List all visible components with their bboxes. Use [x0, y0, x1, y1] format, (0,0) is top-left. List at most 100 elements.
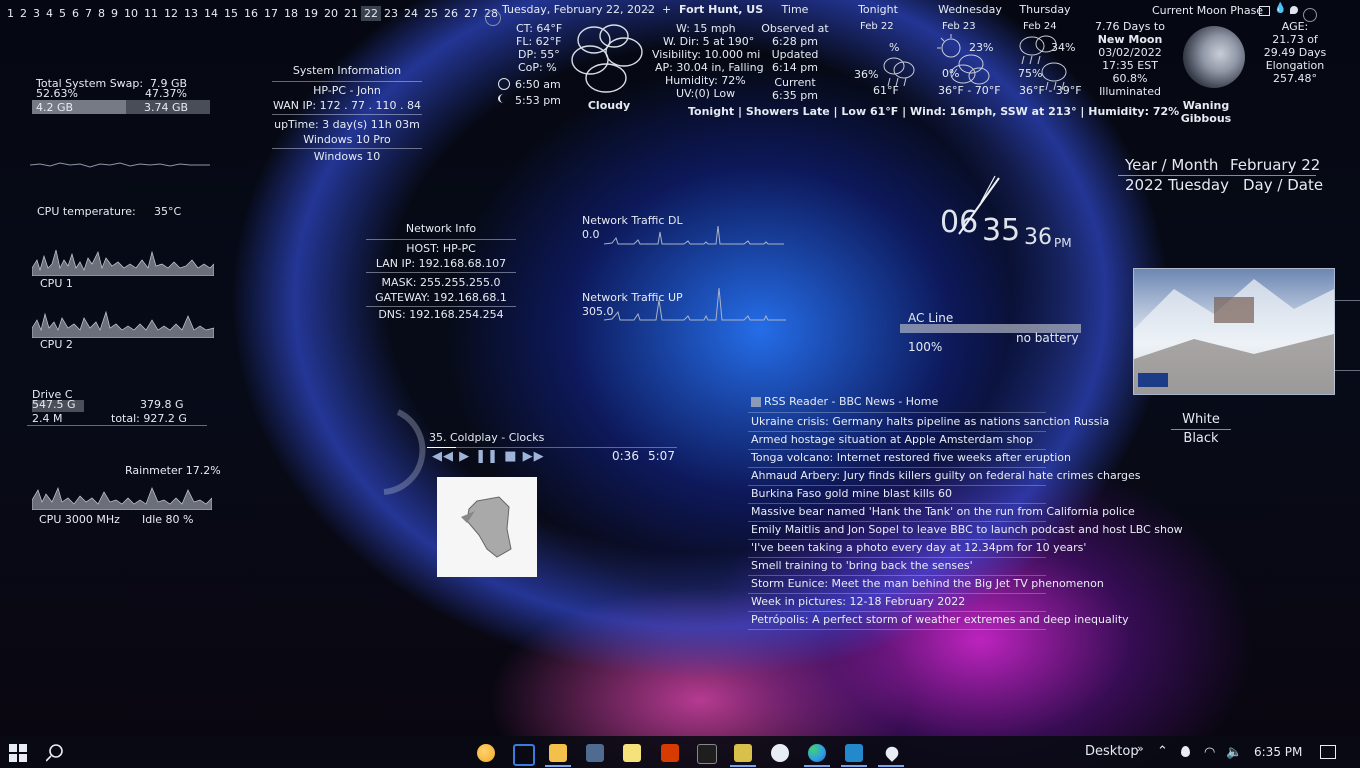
notepad-icon[interactable]	[623, 744, 641, 762]
calendar-icon[interactable]	[513, 744, 535, 766]
weather-app-icon[interactable]	[477, 744, 495, 762]
media-volume-arc[interactable]	[378, 408, 430, 502]
calendar-day[interactable]: 3	[30, 6, 43, 21]
calendar-day[interactable]: 1	[4, 6, 17, 21]
previous-track-icon[interactable]: ◀◀	[432, 449, 454, 464]
weather-observed-label: Observed at	[761, 22, 829, 35]
start-windows-icon[interactable]	[9, 744, 27, 766]
theme-black-option[interactable]: Black	[1170, 431, 1232, 446]
forecast-0-pct2: 36%	[854, 68, 879, 81]
desktop-toolbar[interactable]: Desktop	[1085, 744, 1139, 759]
weather-refresh-icon[interactable]	[485, 10, 501, 26]
forecast-2-temp: 36°F - 39°F	[1019, 84, 1082, 97]
weather-minus-button[interactable]: -	[646, 3, 650, 16]
calendar-day[interactable]: 27	[461, 6, 481, 21]
photo-frame[interactable]	[1133, 268, 1335, 395]
rss-headline-link[interactable]: Armed hostage situation at Apple Amsterd…	[751, 433, 1033, 446]
terminal-icon[interactable]	[697, 744, 717, 764]
media-progress-track[interactable]	[427, 447, 677, 448]
moon-age: 21.73 of	[1272, 33, 1318, 46]
calendar-day[interactable]: 9	[108, 6, 121, 21]
rss-divider	[748, 449, 1046, 450]
calendar-day[interactable]: 19	[301, 6, 321, 21]
calendar-day[interactable]: 15	[221, 6, 241, 21]
drive-used: 547.5 G	[32, 398, 76, 411]
moon-illumination: 60.8%	[1112, 72, 1148, 85]
calendar-day[interactable]: 2	[17, 6, 30, 21]
drop-icon[interactable]: 💧	[1274, 3, 1286, 14]
theme-white-option[interactable]: White	[1170, 412, 1232, 427]
calendar-day[interactable]: 6	[69, 6, 82, 21]
calendar-day[interactable]: 23	[381, 6, 401, 21]
calendar-day[interactable]: 7	[82, 6, 95, 21]
weather-condition: Cloudy	[587, 99, 631, 112]
play-icon[interactable]: ▶	[459, 449, 470, 464]
stop-icon[interactable]: ■	[504, 449, 517, 464]
calendar-day[interactable]: 18	[281, 6, 301, 21]
search-icon[interactable]	[45, 744, 64, 766]
office-icon[interactable]	[661, 744, 679, 762]
rss-headline-link[interactable]: Petrópolis: A perfect storm of weather e…	[751, 613, 1129, 626]
weather-current-time: 6:35 pm	[772, 89, 818, 102]
calendar-day[interactable]: 26	[441, 6, 461, 21]
github-icon[interactable]	[771, 744, 789, 762]
moon-next-date: 03/02/2022	[1098, 46, 1162, 59]
calendar-day[interactable]: 10	[121, 6, 141, 21]
vscode-icon[interactable]	[845, 744, 863, 762]
desktop-toolbar-chevron[interactable]: »	[1137, 742, 1144, 755]
edge-browser-icon[interactable]	[808, 744, 826, 762]
next-track-icon[interactable]: ▶▶	[523, 449, 545, 464]
forecast-2-pct2: 75%	[1018, 67, 1043, 80]
calendar-day[interactable]: 20	[321, 6, 341, 21]
rss-headline-link[interactable]: Tonga volcano: Internet restored five we…	[751, 451, 1071, 464]
media-track-title: 35. Coldplay - Clocks	[429, 431, 545, 444]
tool-icon[interactable]	[734, 744, 752, 762]
edge-indicator	[804, 765, 830, 767]
calendar-day[interactable]: 13	[181, 6, 201, 21]
rss-divider	[748, 557, 1046, 558]
calendar-day[interactable]: 5	[56, 6, 69, 21]
calculator-icon[interactable]	[586, 744, 604, 762]
rss-headline-link[interactable]: 'I've been taking a photo every day at 1…	[751, 541, 1086, 554]
calendar-day[interactable]: 11	[141, 6, 161, 21]
calendar-day[interactable]: 24	[401, 6, 421, 21]
calendar-day[interactable]: 22	[361, 6, 381, 21]
cpu2-graph	[32, 300, 214, 338]
file-explorer-icon[interactable]	[549, 744, 567, 762]
notification-center-icon[interactable]	[1320, 745, 1336, 759]
wifi-icon[interactable]: ◠	[1204, 745, 1215, 760]
rss-headline-link[interactable]: Ukraine crisis: Germany halts pipeline a…	[751, 415, 1109, 428]
weather-plus-button[interactable]: +	[662, 3, 671, 16]
pause-icon[interactable]: ❚❚	[475, 449, 499, 464]
water-drop-icon[interactable]	[1290, 6, 1298, 14]
month-day-strip: 1 2 3 4 5 6 7 8 9 10 11 12 13 14 15 16 17 18 19 20 21 22 23 24 2…	[4, 6, 501, 21]
calendar-day[interactable]: 25	[421, 6, 441, 21]
calendar-day[interactable]: 8	[95, 6, 108, 21]
network-gateway: GATEWAY: 192.168.68.1	[375, 291, 507, 304]
calendar-day[interactable]: 14	[201, 6, 221, 21]
moon-title: Current Moon Phase	[1152, 4, 1264, 17]
weather-humidity: Humidity: 72%	[665, 74, 746, 87]
rss-headline-link[interactable]: Burkina Faso gold mine blast kills 60	[751, 487, 952, 500]
taskbar-clock[interactable]: 6:35 PM	[1254, 745, 1302, 759]
weather-wind-dir: W. Dir: 5 at 190°	[663, 35, 755, 48]
rss-headline-link[interactable]: Smell training to 'bring back the senses…	[751, 559, 973, 572]
calendar-day[interactable]: 12	[161, 6, 181, 21]
window-icon[interactable]	[1259, 6, 1270, 16]
calendar-day[interactable]: 4	[43, 6, 56, 21]
rss-headline-link[interactable]: Emily Maitlis and Jon Sopel to leave BBC…	[751, 523, 1183, 536]
calendar-day[interactable]: 16	[241, 6, 261, 21]
sysinfo-user: HP-PC - John	[313, 84, 381, 97]
rss-headline-link[interactable]: Massive bear named 'Hank the Tank' on th…	[751, 505, 1135, 518]
swap-graph	[30, 155, 210, 171]
rss-divider	[748, 503, 1046, 504]
rainmeter-tray-icon[interactable]	[1181, 746, 1190, 757]
calendar-day[interactable]: 17	[261, 6, 281, 21]
rss-headline-link[interactable]: Week in pictures: 12-18 February 2022	[751, 595, 965, 608]
volume-icon[interactable]: 🔈	[1226, 745, 1242, 760]
calendar-day[interactable]: 21	[341, 6, 361, 21]
rss-icon	[751, 397, 761, 407]
show-hidden-icons-chevron-up-icon[interactable]: ⌃	[1157, 744, 1168, 759]
rss-headline-link[interactable]: Storm Eunice: Meet the man behind the Bi…	[751, 577, 1104, 590]
rss-headline-link[interactable]: Ahmaud Arbery: Jury finds killers guilty…	[751, 469, 1141, 482]
